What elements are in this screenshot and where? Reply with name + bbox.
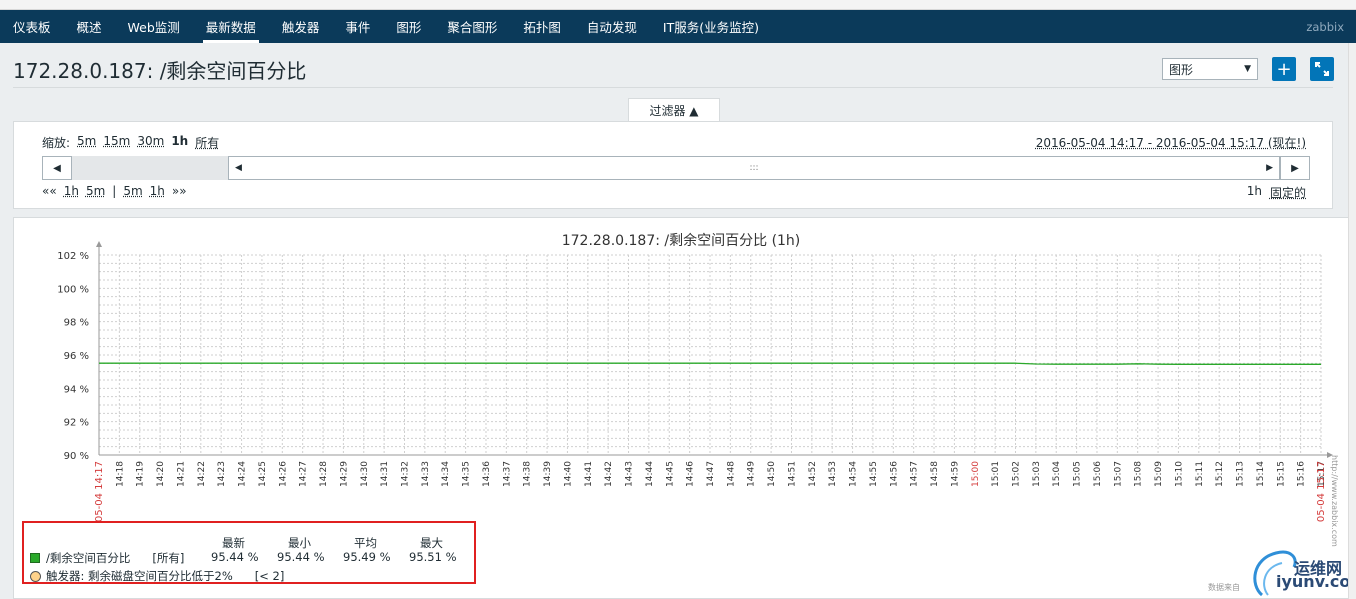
x-tick-label: 15:15 <box>1276 461 1286 487</box>
legend-value-max: 95.51 % <box>409 550 457 564</box>
x-tick-label: 14:55 <box>869 461 879 487</box>
x-tick-label: 14:50 <box>767 461 777 487</box>
y-axis-arrow <box>96 241 102 247</box>
x-tick-label: 14:46 <box>686 461 696 487</box>
trigger-color-swatch <box>30 570 41 582</box>
x-tick-label: 14:48 <box>726 461 736 487</box>
x-tick-label: 14:53 <box>828 461 838 487</box>
x-tick-label: 14:28 <box>319 461 329 487</box>
x-tick-label: 14:24 <box>238 461 248 487</box>
x-tick-label: 14:56 <box>889 461 899 487</box>
y-tick-label: 90 % <box>64 451 89 462</box>
x-tick-label: 14:19 <box>136 461 146 487</box>
x-tick-label: 14:39 <box>543 461 553 487</box>
x-tick-label: 15:04 <box>1052 461 1062 487</box>
x-tick-label: 14:54 <box>849 461 859 487</box>
data-source-note: 数据来自 <box>1208 583 1240 592</box>
legend-item-func: [所有] <box>152 551 185 565</box>
x-tick-label: 14:21 <box>176 461 186 487</box>
x-tick-label: 14:59 <box>950 461 960 487</box>
x-tick-label: 15:02 <box>1012 461 1022 487</box>
legend-value-avg: 95.49 % <box>343 550 391 564</box>
watermark-text-bottom: iyunv.com <box>1276 572 1356 591</box>
legend-header-min: 最小 <box>288 536 311 550</box>
graph-legend: 最新 最小 平均 最大 /剩余空间百分比 [所有] 95.44 % 95.44 … <box>22 521 476 584</box>
x-tick-label: 14:58 <box>930 461 940 487</box>
x-tick-label: 15:00 <box>971 461 981 487</box>
graph-canvas: 90 % 92 % 94 % 96 % 98 % 100 % 102 % 05-04 14:1… <box>57 241 1333 522</box>
x-tick-label: 15:16 <box>1297 461 1307 487</box>
x-tick-label: 14:36 <box>482 461 492 487</box>
y-tick-label: 94 % <box>64 384 89 395</box>
x-tick-label: 15:14 <box>1256 461 1266 487</box>
x-tick-label: 05-04 14:17 <box>94 461 105 522</box>
legend-item-row: /剩余空间百分比 [所有] <box>30 550 184 566</box>
x-tick-label: 15:03 <box>1032 461 1042 487</box>
x-tick-label: 14:44 <box>645 461 655 487</box>
legend-item-name: /剩余空间百分比 <box>46 551 131 565</box>
x-tick-label: 15:06 <box>1093 461 1103 487</box>
x-tick-label: 14:20 <box>156 461 166 487</box>
legend-trigger-row: 触发器: 剩余磁盘空间百分比低于2% [< 2] <box>30 568 284 584</box>
x-tick-label: 15:13 <box>1236 461 1246 487</box>
x-tick-label: 14:25 <box>258 461 268 487</box>
x-tick-label: 14:38 <box>523 461 533 487</box>
x-tick-label: 14:34 <box>441 461 451 487</box>
x-tick-label: 14:18 <box>115 461 125 487</box>
x-tick-label: 14:23 <box>217 461 227 487</box>
page-scrollbar[interactable] <box>1348 43 1356 599</box>
x-tick-label: 14:51 <box>787 461 797 487</box>
legend-value-last: 95.44 % <box>211 550 259 564</box>
x-tick-label: 15:01 <box>991 461 1001 487</box>
x-tick-label: 14:26 <box>278 461 288 487</box>
x-tick-label: 14:32 <box>401 461 411 487</box>
x-tick-label: 15:08 <box>1134 461 1144 487</box>
y-tick-label: 96 % <box>64 351 89 362</box>
x-tick-label: 15:09 <box>1154 461 1164 487</box>
x-tick-label: 15:07 <box>1113 461 1123 487</box>
x-tick-label: 14:57 <box>910 461 920 487</box>
x-tick-label: 14:42 <box>604 461 614 487</box>
x-tick-label: 14:33 <box>421 461 431 487</box>
x-tick-label: 14:22 <box>197 461 207 487</box>
legend-trigger-name: 触发器: 剩余磁盘空间百分比低于2% <box>46 569 233 583</box>
x-tick-label: 14:52 <box>808 461 818 487</box>
x-tick-label: 14:40 <box>563 461 573 487</box>
legend-trigger-cond: [< 2] <box>254 569 285 583</box>
x-tick-label: 14:29 <box>339 461 349 487</box>
x-tick-label: 15:12 <box>1215 461 1225 487</box>
y-tick-label: 100 % <box>57 284 89 295</box>
x-tick-label: 15:10 <box>1174 461 1184 487</box>
series-color-swatch <box>30 553 40 563</box>
x-tick-label: 14:35 <box>462 461 472 487</box>
x-tick-label: 14:45 <box>665 461 675 487</box>
y-tick-label: 102 % <box>57 251 89 262</box>
legend-header-last: 最新 <box>222 536 245 550</box>
y-tick-label: 92 % <box>64 418 89 429</box>
x-tick-label: 15:11 <box>1195 461 1205 487</box>
x-tick-label: 15:05 <box>1073 461 1083 487</box>
x-tick-label: 14:30 <box>360 461 370 487</box>
x-tick-label: 14:43 <box>625 461 635 487</box>
x-tick-label: 14:47 <box>706 461 716 487</box>
legend-header-avg: 平均 <box>354 536 377 550</box>
x-tick-label: 14:31 <box>380 461 390 487</box>
legend-header-max: 最大 <box>420 536 443 550</box>
x-tick-label: 05-04 15:17 <box>1316 461 1327 522</box>
y-tick-label: 98 % <box>64 318 89 329</box>
x-tick-label: 14:37 <box>502 461 512 487</box>
legend-value-min: 95.44 % <box>277 550 325 564</box>
x-tick-label: 14:41 <box>584 461 594 487</box>
x-tick-label: 14:49 <box>747 461 757 487</box>
zabbix-side-text: http://www.zabbix.com <box>1330 455 1339 547</box>
x-tick-label: 14:27 <box>299 461 309 487</box>
